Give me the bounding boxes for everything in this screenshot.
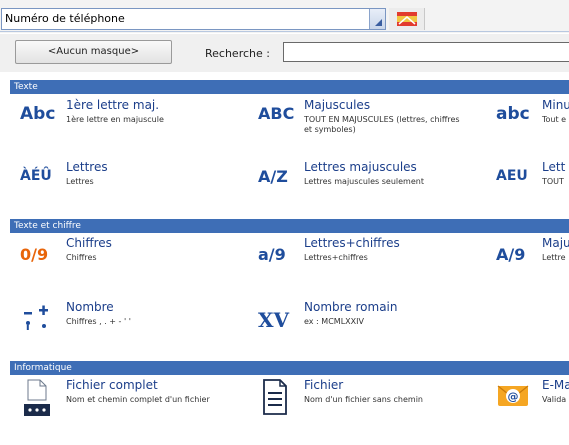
mask-combobox-value: Numéro de téléphone (5, 12, 125, 25)
lowercase-abc-icon: abc (496, 104, 530, 124)
mask-list: Texte Abc 1ère lettre maj. 1ère lettre e… (0, 76, 569, 445)
search-bar: <Aucun masque> Recherche : (0, 34, 569, 72)
mask-item-email[interactable]: @ E-Ma Valida (496, 378, 569, 422)
digits-icon: 0/9 (20, 245, 49, 264)
mask-item-number[interactable]: Nombre Chiffres , . + - ' ' (20, 300, 250, 344)
mask-item-description: Lettres majuscules seulement (304, 177, 424, 186)
mask-item-full-file[interactable]: Fichier complet Nom et chemin complet d'… (20, 378, 250, 422)
mask-item-title: E-Ma (542, 378, 569, 392)
mask-item-title: Lettres+chiffres (304, 236, 400, 250)
mask-item-description: TOUT (542, 177, 564, 186)
mask-item-title: Lettres majuscules (304, 160, 417, 174)
mask-item-description: TOUT EN MAJUSCULES (lettres, chiffres et… (304, 115, 460, 134)
aeu-icon: AEU (496, 168, 528, 184)
mask-item-lowercase[interactable]: abc Minu Tout e (496, 98, 569, 142)
mask-item-letters-digits[interactable]: a/9 Lettres+chiffres Lettres+chiffres (258, 236, 488, 280)
search-label: Recherche : (205, 47, 270, 60)
mask-item-upper-digits[interactable]: A/9 Maju Lettre (496, 236, 569, 280)
upper-alphanumeric-icon: A/9 (496, 245, 526, 264)
mask-item-uppercase-letters[interactable]: A/Z Lettres majuscules Lettres majuscule… (258, 160, 488, 204)
email-icon: @ (496, 378, 536, 412)
svg-text:@: @ (508, 390, 519, 403)
mask-item-roman-number[interactable]: XV Nombre romain ex : MCMLXXIV (258, 300, 488, 344)
flag-icon (397, 12, 417, 26)
section-header-text-and-number: Texte et chiffre (10, 219, 569, 233)
mask-item-title: Minu (542, 98, 569, 112)
abc-icon: Abc (20, 104, 56, 124)
mask-item-letters[interactable]: ÀÉÛ Lettres Lettres (20, 160, 250, 204)
mask-toolbar: Numéro de téléphone (0, 0, 569, 33)
roman-numeral-icon: XV (258, 308, 290, 332)
mask-item-description: ex : MCMLXXIV (304, 317, 364, 326)
mask-item-description: Nom d'un fichier sans chemin (304, 395, 423, 404)
mask-item-uppercase[interactable]: ABC Majuscules TOUT EN MAJUSCULES (lettr… (258, 98, 488, 142)
mask-item-description: Lettres (66, 177, 94, 186)
plus-minus-icon (20, 300, 60, 334)
mask-item-description: Valida (542, 395, 567, 404)
mask-item-title: Fichier (304, 378, 344, 392)
mask-item-description: Chiffres (66, 253, 97, 262)
mask-item-title: Nombre romain (304, 300, 398, 314)
mask-item-title: Lett (542, 160, 566, 174)
mask-item-title: 1ère lettre maj. (66, 98, 160, 112)
mask-item-description: Lettres+chiffres (304, 253, 368, 262)
mask-item-letters-upper[interactable]: AEU Lett TOUT (496, 160, 569, 204)
accented-letters-icon: ÀÉÛ (20, 168, 52, 184)
mask-item-description: Tout e (542, 115, 567, 124)
language-button[interactable] (389, 8, 425, 30)
mask-item-title: Nombre (66, 300, 114, 314)
mask-item-description: Lettre (542, 253, 566, 262)
mask-item-first-capital[interactable]: Abc 1ère lettre maj. 1ère lettre en maju… (20, 98, 250, 142)
mask-item-description: Nom et chemin complet d'un fichier (66, 395, 210, 404)
no-mask-button[interactable]: <Aucun masque> (15, 40, 172, 64)
mask-item-title: Lettres (66, 160, 108, 174)
alphanumeric-icon: a/9 (258, 245, 286, 264)
mask-item-title: Maju (542, 236, 569, 250)
mask-item-title: Majuscules (304, 98, 371, 112)
search-input[interactable] (283, 42, 569, 62)
mask-combobox[interactable]: Numéro de téléphone (1, 8, 386, 30)
toolbar-divider (0, 31, 569, 32)
section-header-computing: Informatique (10, 361, 569, 375)
dropdown-arrow-icon[interactable] (369, 9, 385, 29)
file-icon (258, 378, 298, 415)
uppercase-abc-icon: ABC (258, 104, 295, 123)
full-path-file-icon (20, 378, 60, 416)
mask-item-title: Fichier complet (66, 378, 158, 392)
mask-item-description: 1ère lettre en majuscule (66, 115, 164, 124)
section-header-text: Texte (10, 80, 569, 94)
a-to-z-icon: A/Z (258, 167, 288, 186)
mask-item-file[interactable]: Fichier Nom d'un fichier sans chemin (258, 378, 488, 422)
mask-item-digits[interactable]: 0/9 Chiffres Chiffres (20, 236, 250, 280)
mask-item-title: Chiffres (66, 236, 112, 250)
mask-item-description: Chiffres , . + - ' ' (66, 317, 131, 326)
